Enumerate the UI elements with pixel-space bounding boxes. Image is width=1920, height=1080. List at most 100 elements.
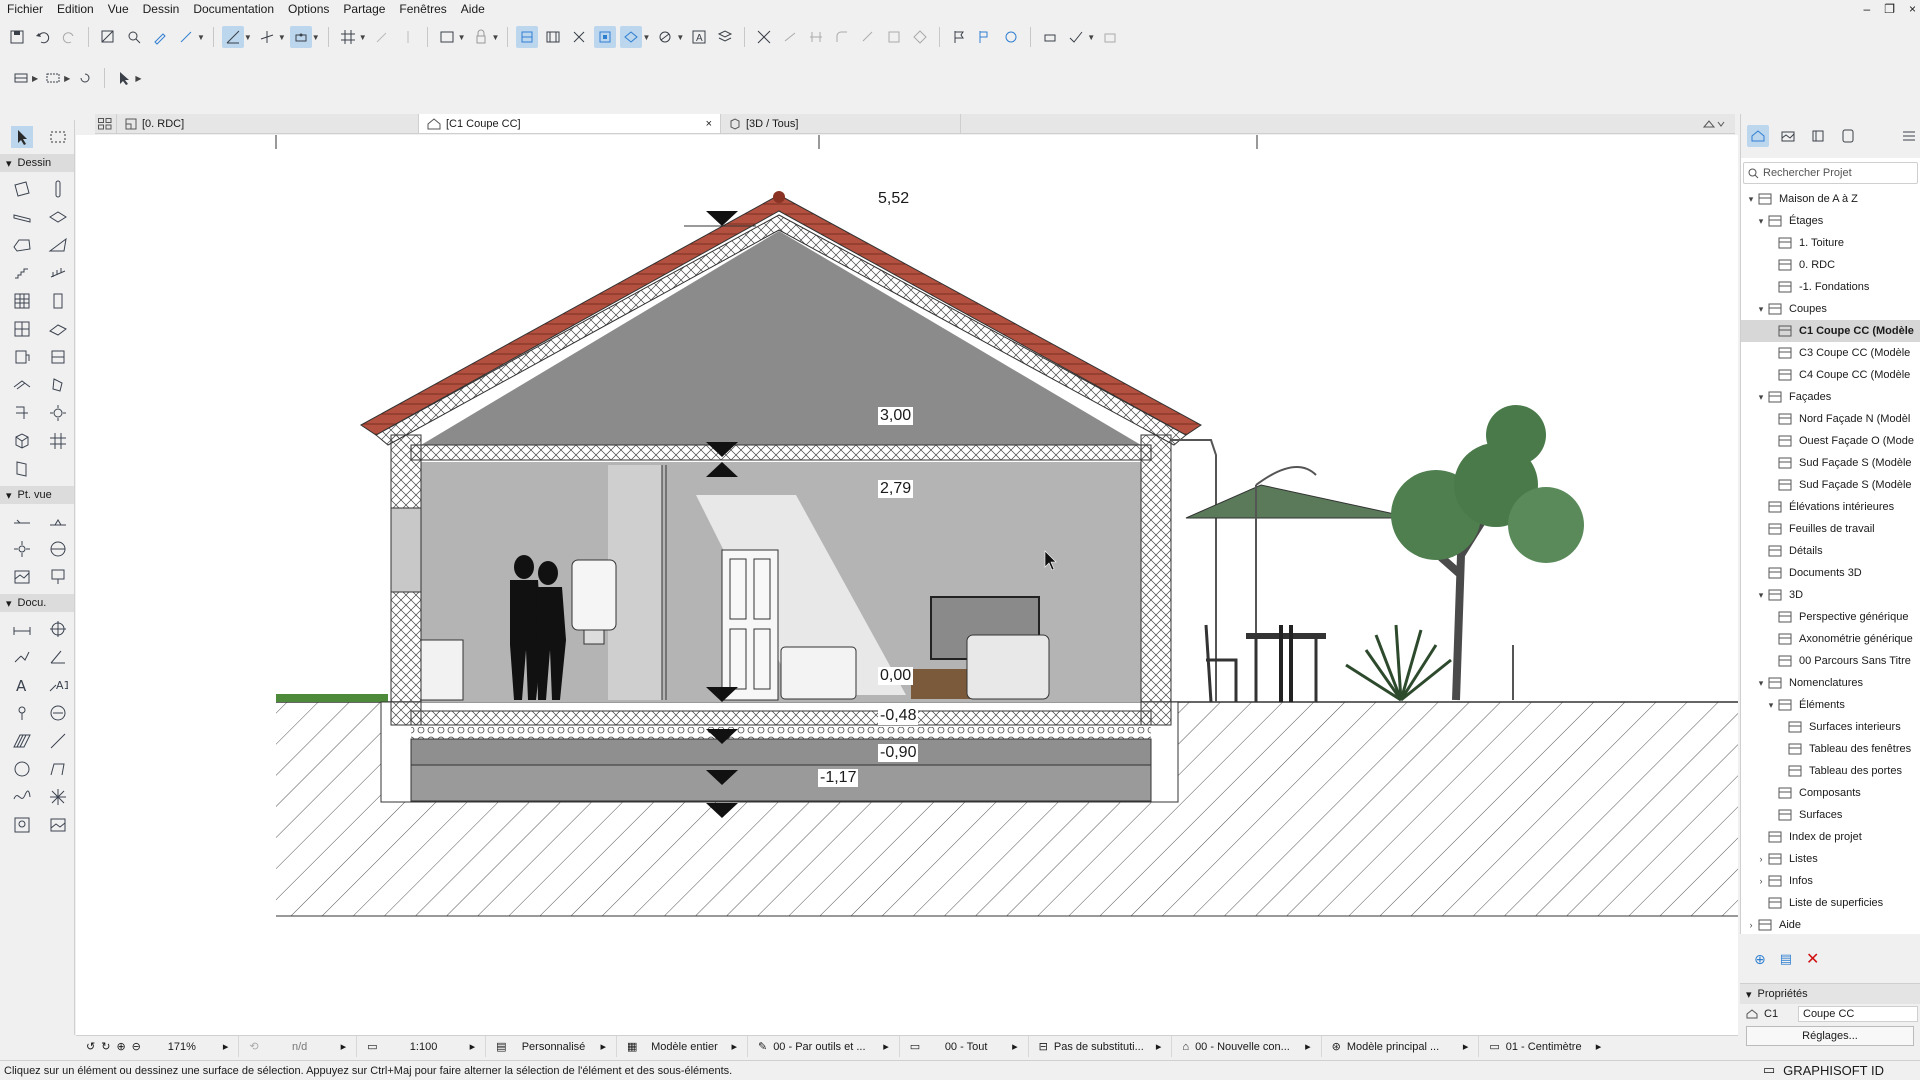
- mesh-tool-icon[interactable]: [11, 374, 33, 396]
- stair-tool-icon[interactable]: [11, 262, 33, 284]
- model-value[interactable]: Modèle entier: [643, 1041, 725, 1053]
- navigator-item[interactable]: 00 Parcours Sans Titre: [1741, 650, 1920, 672]
- menu-options[interactable]: Options: [281, 0, 336, 18]
- split-icon[interactable]: [753, 26, 775, 48]
- hotspot-tool-icon[interactable]: [47, 786, 69, 808]
- chevron-down-icon[interactable]: ▼: [676, 33, 684, 42]
- navigator-item[interactable]: -1. Fondations: [1741, 276, 1920, 298]
- publish-icon[interactable]: [1065, 26, 1087, 48]
- chevron-right-icon[interactable]: ▸: [883, 1040, 889, 1053]
- marker-tool-icon[interactable]: [11, 702, 33, 724]
- opening-tool-icon[interactable]: [11, 458, 33, 480]
- issue-icon[interactable]: [1000, 26, 1022, 48]
- arrow-select-icon[interactable]: [11, 126, 33, 148]
- chevron-right-icon[interactable]: ▸: [223, 1040, 229, 1053]
- override-value[interactable]: Pas de substituti...: [1054, 1041, 1150, 1053]
- wall-tool-icon[interactable]: [11, 178, 33, 200]
- figure-tool-icon[interactable]: [11, 814, 33, 836]
- object-tool-icon[interactable]: [11, 346, 33, 368]
- spline-tool-icon[interactable]: [11, 786, 33, 808]
- caret-down-icon[interactable]: ▾: [1755, 590, 1767, 601]
- angle-dimension-icon[interactable]: [47, 646, 69, 668]
- grid-snap-icon[interactable]: [337, 26, 359, 48]
- caret-down-icon[interactable]: ▾: [1755, 216, 1767, 227]
- caret-down-icon[interactable]: ▾: [1755, 304, 1767, 315]
- guide-lines-icon[interactable]: [221, 26, 244, 48]
- navigator-item[interactable]: Feuilles de travail: [1741, 518, 1920, 540]
- chevron-down-icon[interactable]: ▼: [244, 33, 252, 42]
- navigator-item[interactable]: Élévations intérieures: [1741, 496, 1920, 518]
- caret-right-icon[interactable]: ›: [1755, 876, 1767, 886]
- zoom-out-icon[interactable]: ⊖: [132, 1040, 141, 1053]
- project-map-icon[interactable]: [1747, 125, 1769, 147]
- beam-tool-icon[interactable]: [11, 206, 33, 228]
- roof-tool-icon[interactable]: [11, 234, 33, 256]
- tab-3d-tous[interactable]: [3D / Tous]: [721, 114, 961, 133]
- drawing-canvas[interactable]: 5,52 3,00 2,79 0,00 -0,48 -0,90 -1,17: [76, 135, 1738, 1035]
- chevron-right-icon[interactable]: ▶: [64, 74, 70, 83]
- navigator-item[interactable]: Nord Façade N (Modèl: [1741, 408, 1920, 430]
- navigator-item[interactable]: ▾ Nomenclatures: [1741, 672, 1920, 694]
- navigator-item[interactable]: ▾ Étages: [1741, 210, 1920, 232]
- navigator-item[interactable]: 1. Toiture: [1741, 232, 1920, 254]
- chevron-down-icon[interactable]: ▼: [197, 33, 205, 42]
- lock-icon[interactable]: [470, 26, 492, 48]
- pen-set-value[interactable]: 00 - Par outils et ...: [773, 1041, 877, 1053]
- flag-icon[interactable]: [948, 26, 970, 48]
- save-icon[interactable]: [6, 26, 28, 48]
- circle-tool-icon[interactable]: [11, 758, 33, 780]
- caret-right-icon[interactable]: ›: [1755, 854, 1767, 864]
- dimension-tool-icon[interactable]: [11, 618, 33, 640]
- navigator-item[interactable]: Surfaces: [1741, 804, 1920, 826]
- navigator-item[interactable]: 0. RDC: [1741, 254, 1920, 276]
- chevron-right-icon[interactable]: ▸: [1463, 1040, 1469, 1053]
- radial-dimension-icon[interactable]: [47, 618, 69, 640]
- view-options-icon[interactable]: [10, 67, 32, 89]
- chevron-right-icon[interactable]: ▸: [601, 1040, 607, 1053]
- minimize-button[interactable]: –: [1864, 0, 1871, 18]
- cube-tool-icon[interactable]: [11, 430, 33, 452]
- renovation-icon[interactable]: [1099, 26, 1121, 48]
- menu-documentation[interactable]: Documentation: [186, 0, 281, 18]
- text-icon[interactable]: A: [688, 26, 710, 48]
- redo-zoom-icon[interactable]: ↻: [101, 1040, 110, 1053]
- chevron-right-icon[interactable]: ▸: [341, 1040, 347, 1053]
- chevron-right-icon[interactable]: ▶: [32, 74, 38, 83]
- close-window-button[interactable]: ×: [1909, 0, 1916, 18]
- chevron-right-icon[interactable]: ▸: [1156, 1040, 1162, 1053]
- tab-rdc[interactable]: [0. RDC]: [117, 114, 419, 133]
- polyline-tool-icon[interactable]: [47, 758, 69, 780]
- property-name-field[interactable]: Coupe CC: [1798, 1006, 1918, 1022]
- settings-icon[interactable]: ▤: [1780, 951, 1792, 967]
- skylight-tool-icon[interactable]: [47, 318, 69, 340]
- curtain-wall-tool-icon[interactable]: [11, 290, 33, 312]
- zone-stamp-icon[interactable]: [47, 702, 69, 724]
- tab-layout-switch[interactable]: [95, 114, 117, 133]
- caret-down-icon[interactable]: ▾: [1745, 194, 1757, 205]
- morph-tool-icon[interactable]: [47, 374, 69, 396]
- pen-icon[interactable]: [397, 26, 419, 48]
- chevron-right-icon[interactable]: ▸: [731, 1040, 737, 1053]
- sun-tool-icon[interactable]: [47, 402, 69, 424]
- adjust-icon[interactable]: [779, 26, 801, 48]
- structure-value[interactable]: Personnalisé: [513, 1041, 595, 1053]
- slab-tool-icon[interactable]: [47, 206, 69, 228]
- elevate-icon[interactable]: [909, 26, 931, 48]
- layer-combo-value[interactable]: 00 - Tout: [926, 1041, 1006, 1053]
- section-tool-icon[interactable]: [516, 26, 539, 48]
- undo-zoom-icon[interactable]: ↺: [86, 1040, 95, 1053]
- railing-tool-icon[interactable]: [47, 262, 69, 284]
- chevron-down-icon[interactable]: ▼: [359, 33, 367, 42]
- fillet-icon[interactable]: [831, 26, 853, 48]
- layout-book-icon[interactable]: [1807, 125, 1829, 147]
- undo-icon[interactable]: [32, 26, 54, 48]
- section-viewpoint-icon[interactable]: [11, 510, 33, 532]
- properties-header[interactable]: ▾ Propriétés: [1740, 984, 1920, 1004]
- chevron-down-icon[interactable]: ▼: [492, 33, 500, 42]
- chevron-down-icon[interactable]: ▼: [278, 33, 286, 42]
- pick-up-icon[interactable]: [149, 26, 171, 48]
- tab-menu-button[interactable]: [1695, 114, 1735, 133]
- rotation-value[interactable]: n/d: [265, 1041, 335, 1053]
- renovation-value[interactable]: 00 - Nouvelle con...: [1195, 1041, 1299, 1053]
- palette-section-ptvue[interactable]: ▾ Pt. vue: [0, 486, 74, 504]
